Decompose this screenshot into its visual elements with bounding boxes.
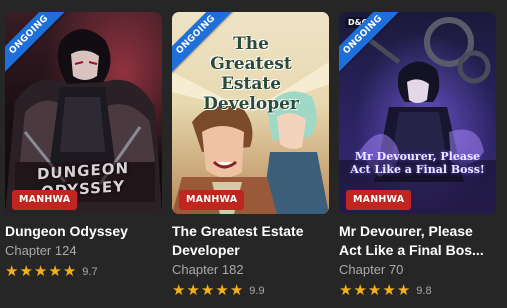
- latest-chapter[interactable]: Chapter 182: [172, 261, 329, 279]
- star-rating: ★ ★ ★ ★ ★: [172, 282, 243, 299]
- rating: ★ ★ ★ ★ ★ 9.8: [339, 282, 496, 299]
- latest-chapter[interactable]: Chapter 124: [5, 242, 162, 260]
- star-icon: ★: [48, 262, 62, 280]
- type-badge: MANHWA: [12, 190, 78, 210]
- star-icon: ★: [200, 281, 215, 299]
- star-icon: ★: [229, 281, 244, 299]
- star-icon: ★: [215, 281, 229, 299]
- rating-score: 9.7: [82, 265, 98, 278]
- manga-card[interactable]: D&C Mr Devourer, Please Act Like a Final…: [339, 12, 496, 302]
- rating-score: 9.8: [416, 284, 432, 297]
- cover-title-text: The Greatest Estate Developer: [203, 34, 299, 114]
- star-icon: ★: [382, 281, 396, 299]
- cover-image[interactable]: D&C Mr Devourer, Please Act Like a Final…: [339, 12, 496, 214]
- latest-chapter[interactable]: Chapter 70: [339, 261, 496, 279]
- star-icon: ★: [62, 262, 77, 280]
- star-rating: ★ ★ ★ ★ ★: [5, 263, 76, 280]
- star-icon: ★: [339, 281, 353, 299]
- star-icon: ★: [172, 281, 186, 299]
- type-badge: MANHWA: [179, 190, 245, 210]
- star-icon: ★: [186, 281, 200, 299]
- star-icon: ★: [353, 281, 367, 299]
- cover-image[interactable]: The Greatest Estate Developer ONGOING MA…: [172, 12, 329, 214]
- manga-title[interactable]: Dungeon Odyssey: [5, 222, 155, 241]
- star-icon: ★: [19, 262, 33, 280]
- cover-image[interactable]: DUNGEON ODYSSEY ONGOING MANHWA: [5, 12, 162, 214]
- manga-card[interactable]: DUNGEON ODYSSEY ONGOING MANHWA Dungeon O…: [5, 12, 162, 302]
- rating: ★ ★ ★ ★ ★ 9.7: [5, 263, 162, 280]
- rating: ★ ★ ★ ★ ★ 9.9: [172, 282, 329, 299]
- star-icon: ★: [5, 262, 19, 280]
- rating-score: 9.9: [249, 284, 265, 297]
- manga-title[interactable]: The Greatest Estate Developer: [172, 222, 322, 260]
- star-icon: ★: [33, 262, 48, 280]
- cover-title-text: Mr Devourer, Please Act Like a Final Bos…: [350, 150, 485, 176]
- manga-title[interactable]: Mr Devourer, Please Act Like a Final Bos…: [339, 222, 489, 260]
- star-icon: ★: [367, 281, 382, 299]
- star-icon: ★: [396, 281, 411, 299]
- manga-grid: DUNGEON ODYSSEY ONGOING MANHWA Dungeon O…: [0, 0, 507, 308]
- star-rating: ★ ★ ★ ★ ★: [339, 282, 410, 299]
- type-badge: MANHWA: [346, 190, 412, 210]
- manga-card[interactable]: The Greatest Estate Developer ONGOING MA…: [172, 12, 329, 302]
